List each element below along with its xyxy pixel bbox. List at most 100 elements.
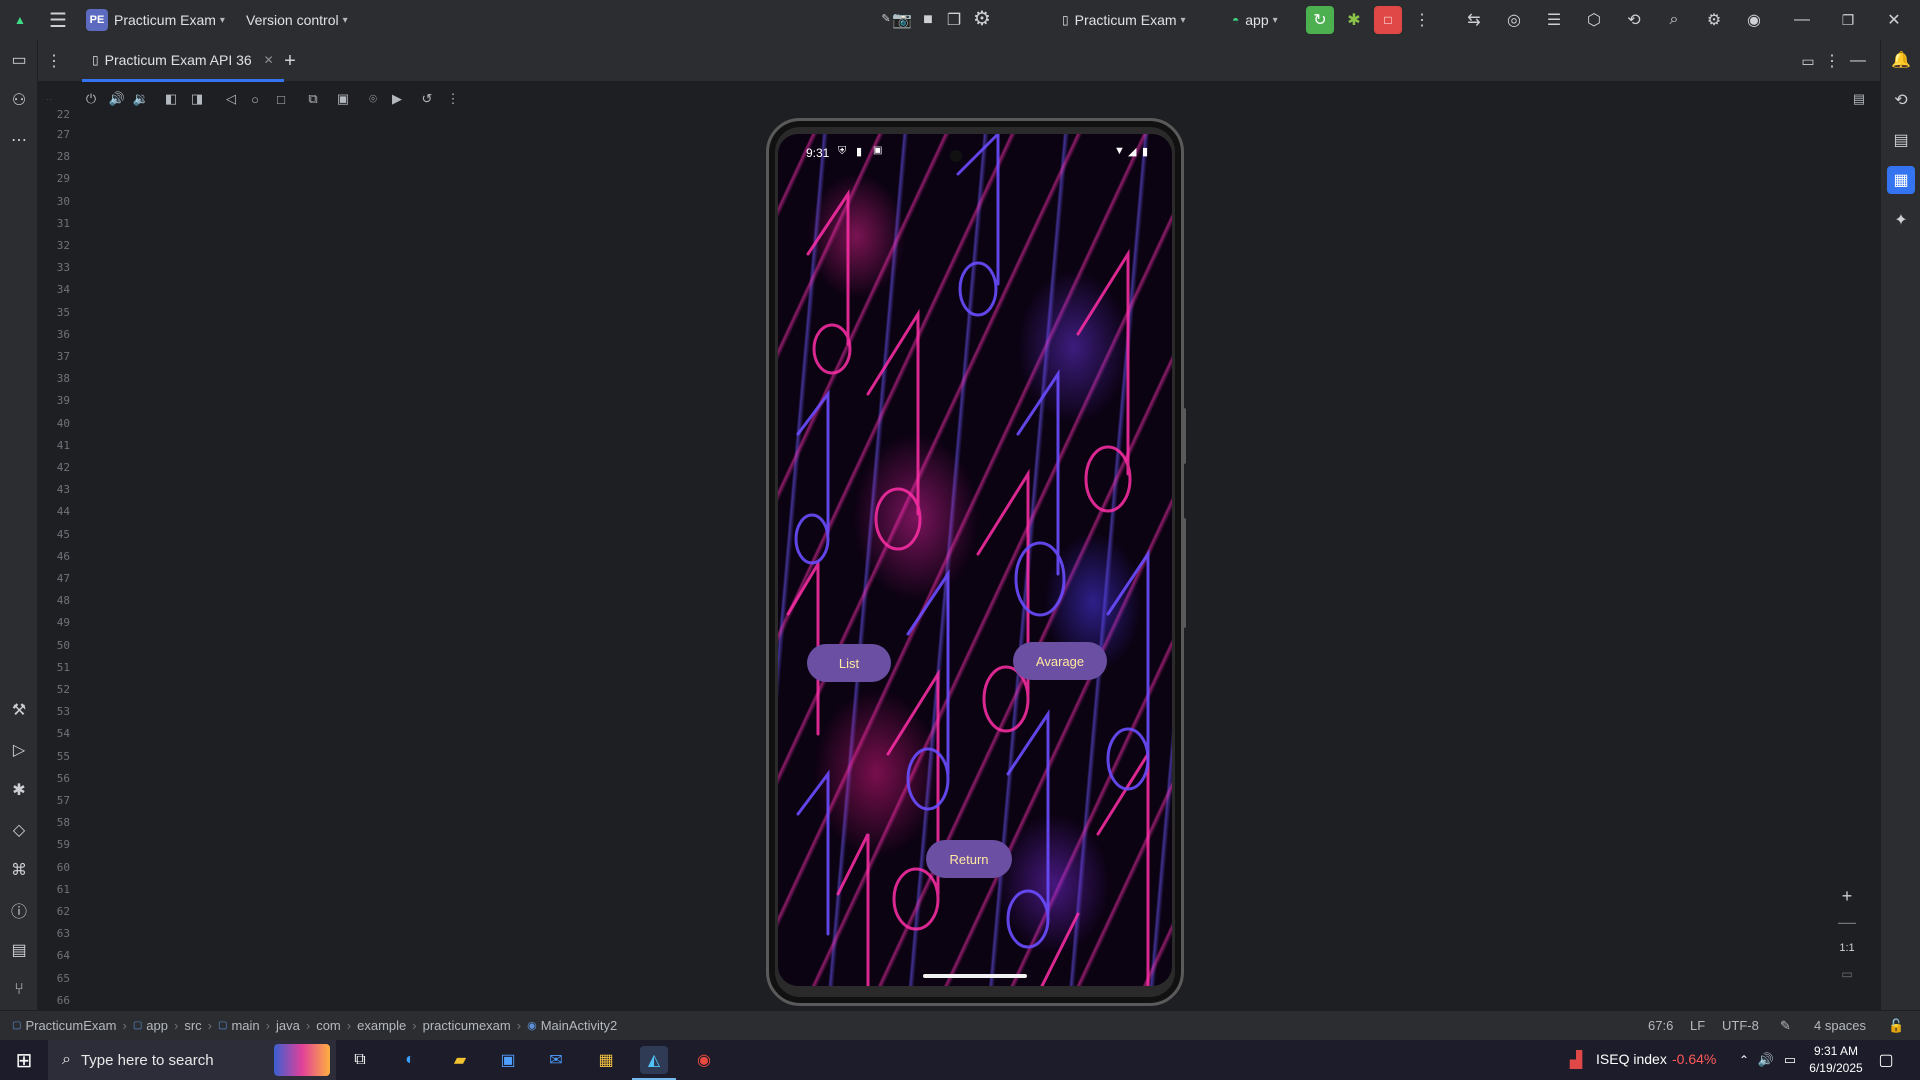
code-style-icon[interactable]: ✎ — [1780, 1018, 1791, 1034]
list-button[interactable]: List — [807, 644, 891, 682]
settings-icon[interactable]: ⚙ — [1700, 6, 1728, 34]
return-button[interactable]: Return — [926, 840, 1012, 878]
display-mode-icon[interactable]: ▣ — [332, 88, 354, 110]
main-menu-icon[interactable]: ☰ — [44, 6, 72, 34]
gemini-icon[interactable]: ⟲ — [1620, 6, 1648, 34]
breadcrumb-item[interactable]: java — [276, 1018, 300, 1033]
clock-time[interactable]: 9:31 AM — [1808, 1044, 1864, 1058]
resource-manager-icon[interactable]: ⚇ — [5, 86, 33, 114]
more-vertical-icon[interactable]: ⋮ — [1408, 6, 1436, 34]
restore-window-icon[interactable]: ❐ — [1834, 6, 1862, 34]
more-options-icon[interactable]: ⋮ — [1818, 47, 1846, 75]
account-icon[interactable]: ◉ — [1740, 6, 1768, 34]
breadcrumb-item[interactable]: example — [357, 1018, 406, 1033]
close-window-icon[interactable]: ✕ — [1880, 6, 1908, 34]
read-only-lock-icon[interactable]: 🔓 — [1888, 1018, 1904, 1034]
breadcrumb-item[interactable]: PracticumExam — [25, 1018, 116, 1033]
screen-record-icon[interactable]: ▶ — [386, 88, 408, 110]
caret-position[interactable]: 67:6 — [1648, 1018, 1673, 1033]
sync-gradle-icon[interactable]: ⇆ — [1460, 6, 1488, 34]
home-icon[interactable]: ○ — [244, 88, 266, 110]
phone-volume-button[interactable] — [1181, 518, 1186, 628]
indent-setting[interactable]: 4 spaces — [1814, 1018, 1866, 1033]
android-studio-taskbar-icon[interactable]: ◭ — [640, 1046, 668, 1074]
rotate-left-icon[interactable]: ◧ — [160, 88, 182, 110]
notification-center-icon[interactable]: ▢ — [1872, 1046, 1900, 1074]
hide-panel-icon[interactable]: — — [1844, 47, 1872, 75]
line-ending[interactable]: LF — [1690, 1018, 1705, 1033]
app-quality-icon[interactable]: ◇ — [5, 816, 33, 844]
zoom-fit-icon[interactable]: ▭ — [1832, 962, 1862, 986]
edge-browser-icon[interactable]: ◐ — [396, 1046, 424, 1074]
phone-power-button[interactable] — [1181, 408, 1186, 464]
zoom-out-icon[interactable]: — — [1832, 910, 1862, 934]
device-screen[interactable]: 9:31 ⛨ ▮ ▣ ▼ ◢ ▮ List Avarage Return — [778, 134, 1172, 986]
tab-practicum-exam-api-36[interactable]: ▯ Practicum Exam API 36 ✕ — [82, 40, 284, 82]
terminal-icon[interactable]: ▤ — [5, 936, 33, 964]
build-icon[interactable]: ⚒ — [5, 696, 33, 724]
more-options-icon[interactable]: ⋮ — [442, 88, 464, 110]
notifications-icon[interactable]: 🔔 — [1887, 46, 1915, 74]
file-explorer-icon[interactable]: ▰ — [446, 1046, 474, 1074]
breadcrumb-item[interactable]: MainActivity2 — [541, 1018, 618, 1033]
breadcrumb-item[interactable]: com — [316, 1018, 341, 1033]
breadcrumb-item[interactable]: src — [184, 1018, 201, 1033]
debug-icon[interactable]: ✱ — [1340, 6, 1368, 34]
app-inspection-icon[interactable]: ⌘ — [5, 856, 33, 884]
sticky-notes-icon[interactable]: ▦ — [592, 1046, 620, 1074]
stock-change[interactable]: -0.64% — [1672, 1051, 1716, 1067]
run-config-selector[interactable]: ▯ Practicum Exam ▾ — [1062, 8, 1186, 32]
copy-icon[interactable]: ❐ — [940, 6, 968, 34]
project-folder-icon[interactable]: ▭ — [5, 46, 33, 74]
windows-start-icon[interactable]: ⊞ — [10, 1046, 38, 1074]
power-icon[interactable]: ⏻ — [80, 88, 102, 110]
ai-sparkle-icon[interactable]: ✦ — [1887, 206, 1915, 234]
breadcrumb-item[interactable]: main — [231, 1018, 259, 1033]
version-control-icon[interactable]: ⑂ — [5, 976, 33, 1004]
device-explorer-icon[interactable]: ▤ — [1887, 126, 1915, 154]
rotate-right-icon[interactable]: ◨ — [186, 88, 208, 110]
stop-icon[interactable]: □ — [1374, 6, 1402, 34]
extended-controls-icon[interactable]: ▤ — [1848, 88, 1870, 110]
version-control-menu[interactable]: Version control ▾ — [246, 8, 348, 32]
add-tab-icon[interactable]: + — [276, 47, 304, 75]
close-tab-icon[interactable]: ✕ — [264, 53, 274, 67]
network-icon[interactable]: ▭ — [1776, 1046, 1804, 1074]
chrome-icon[interactable]: ◉ — [690, 1046, 718, 1074]
clock-date[interactable]: 6/19/2025 — [1804, 1061, 1868, 1075]
zoom-in-icon[interactable]: + — [1832, 884, 1862, 908]
screenshot-icon[interactable]: ⌾ — [362, 88, 384, 110]
project-selector[interactable]: PE Practicum Exam ▾ — [86, 8, 225, 32]
layout-inspector-icon[interactable]: ☰ — [1540, 6, 1568, 34]
more-tools-icon[interactable]: ⋯ — [5, 126, 33, 154]
zoom-actual-size[interactable]: 1:1 — [1832, 936, 1862, 960]
device-manager-icon[interactable]: ◎ — [1500, 6, 1528, 34]
gemini-icon[interactable]: ⟲ — [1887, 86, 1915, 114]
video-camera-icon[interactable]: ■ — [914, 6, 942, 34]
settings-gear-icon[interactable]: ⚙ — [968, 4, 996, 32]
overview-icon[interactable]: □ — [270, 88, 292, 110]
minimize-window-icon[interactable]: — — [1788, 6, 1816, 34]
breadcrumb-item[interactable]: practicumexam — [423, 1018, 511, 1033]
module-selector[interactable]: ◓ app ▾ — [1232, 8, 1278, 32]
back-icon[interactable]: ◁ — [220, 88, 242, 110]
problems-icon[interactable]: ⓘ — [5, 896, 33, 924]
run-icon[interactable]: ▷ — [5, 736, 33, 764]
average-button[interactable]: Avarage — [1013, 642, 1107, 680]
task-view-icon[interactable]: ⧉ — [346, 1046, 374, 1074]
tab-options-icon[interactable]: ⋮ — [40, 47, 68, 75]
volume-up-icon[interactable]: 🔊 — [106, 88, 128, 110]
file-encoding[interactable]: UTF-8 — [1722, 1018, 1759, 1033]
breadcrumb-item[interactable]: app — [146, 1018, 168, 1033]
volume-down-icon[interactable]: 🔉 — [130, 88, 152, 110]
fold-icon[interactable]: ⧉ — [302, 88, 324, 110]
mail-icon[interactable]: ✉ — [542, 1046, 570, 1074]
microsoft-store-icon[interactable]: ▣ — [494, 1046, 522, 1074]
sdk-manager-icon[interactable]: ⬡ — [1580, 6, 1608, 34]
debug-icon[interactable]: ✱ — [5, 776, 33, 804]
search-icon[interactable]: ⌕ — [1660, 6, 1688, 34]
snapshot-icon[interactable]: ↺ — [416, 88, 438, 110]
apply-changes-icon[interactable]: ↻ — [1306, 6, 1334, 34]
stock-name[interactable]: ISEQ index — [1596, 1051, 1667, 1067]
camera-icon[interactable]: 📷 — [888, 6, 916, 34]
